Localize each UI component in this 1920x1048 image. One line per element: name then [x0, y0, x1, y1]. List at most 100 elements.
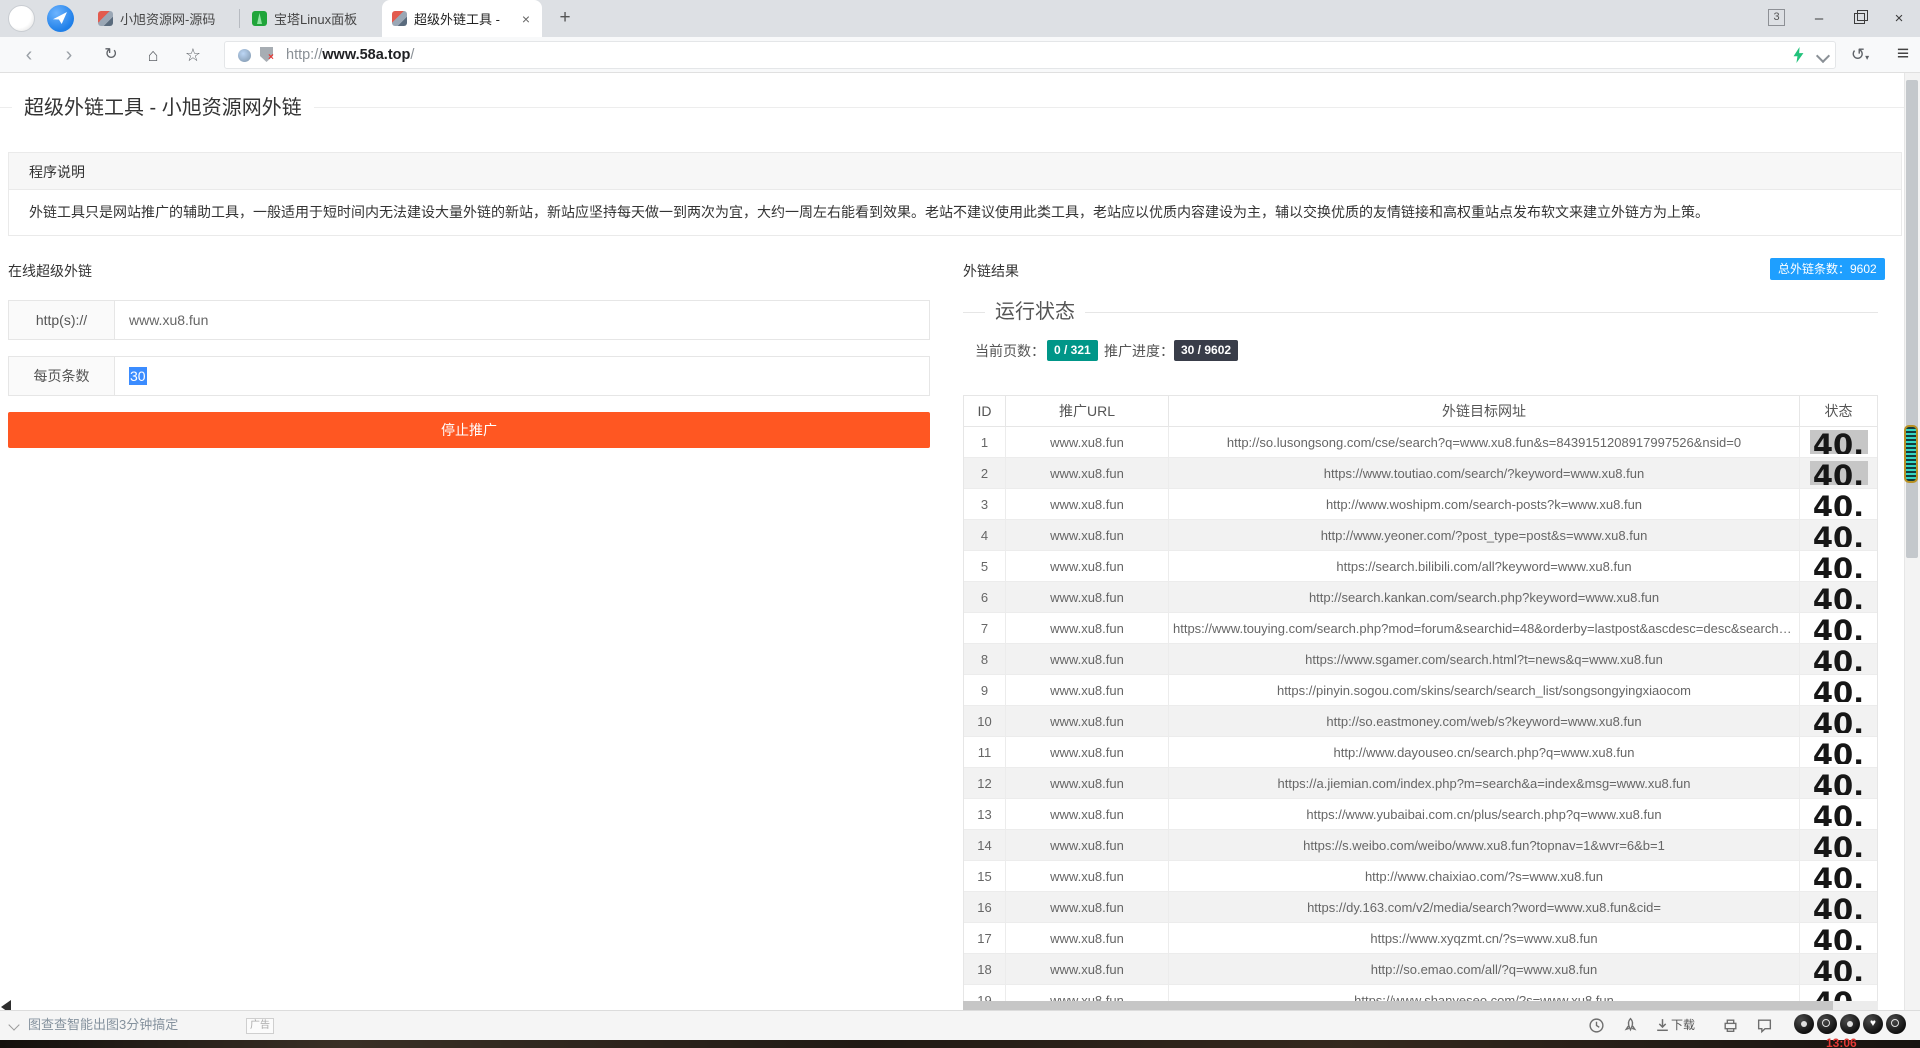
- table-row: 10www.xu8.funhttp://so.eastmoney.com/web…: [964, 706, 1877, 737]
- column-header: 状态: [1800, 396, 1877, 427]
- status-counter: 40.: [1800, 554, 1877, 578]
- forward-button[interactable]: ›: [54, 41, 84, 69]
- close-window-button[interactable]: ×: [1880, 0, 1918, 37]
- table-row: 2www.xu8.funhttps://www.toutiao.com/sear…: [964, 458, 1877, 489]
- browser-menu-icon[interactable]: ≡: [1888, 39, 1918, 69]
- table-row: 12www.xu8.funhttps://a.jiemian.com/index…: [964, 768, 1877, 799]
- site-info-icon[interactable]: [238, 49, 251, 62]
- url-input[interactable]: www.xu8.fun: [115, 301, 929, 339]
- form-section-label: 在线超级外链: [8, 262, 92, 280]
- home-button[interactable]: ⌂: [138, 41, 168, 69]
- notice-header[interactable]: 程序说明: [8, 152, 1902, 190]
- stop-promotion-button[interactable]: 停止推广: [8, 412, 930, 448]
- status-counter: 40.: [1800, 771, 1877, 795]
- status-counter: 40.: [1800, 895, 1877, 919]
- table-cell: 40.: [1800, 892, 1877, 923]
- status-counter: 40.: [1800, 926, 1877, 950]
- table-row: 16www.xu8.funhttps://dy.163.com/v2/media…: [964, 892, 1877, 923]
- quick-nav-icon[interactable]: [47, 5, 74, 32]
- url-protocol: http://: [286, 47, 322, 63]
- table-cell: www.xu8.fun: [1006, 706, 1169, 737]
- table-cell: www.xu8.fun: [1006, 768, 1169, 799]
- table-body: 1www.xu8.funhttp://so.lusongsong.com/cse…: [964, 427, 1877, 1010]
- circle-badge-icon[interactable]: [1886, 1014, 1906, 1034]
- table-cell: 40.: [1800, 706, 1877, 737]
- tab-separator: [239, 9, 240, 28]
- table-row: 14www.xu8.funhttps://s.weibo.com/weibo/w…: [964, 830, 1877, 861]
- status-counter: 40.: [1800, 647, 1877, 671]
- download-icon[interactable]: [1654, 1017, 1671, 1034]
- table-cell: https://a.jiemian.com/index.php?m=search…: [1169, 768, 1800, 799]
- table-cell: 40.: [1800, 737, 1877, 768]
- minimize-button[interactable]: –: [1800, 0, 1838, 37]
- status-counter: 40.: [1800, 957, 1877, 981]
- site-favicon: [98, 11, 113, 26]
- circle-badge-icon[interactable]: [1840, 1014, 1860, 1034]
- new-tab-button[interactable]: +: [552, 6, 578, 32]
- tab-xiaoxu-site[interactable]: 小旭资源网-源码: [88, 0, 238, 37]
- table-cell: www.xu8.fun: [1006, 830, 1169, 861]
- table-cell: http://search.kankan.com/search.php?keyw…: [1169, 582, 1800, 613]
- tab-label: 宝塔Linux面板: [274, 9, 357, 28]
- undo-icon: ↺: [1851, 45, 1865, 64]
- url-addon-label: http(s)://: [9, 301, 115, 339]
- table-row: 13www.xu8.funhttps://www.yubaibai.com.cn…: [964, 799, 1877, 830]
- circle-badge-icon[interactable]: [1794, 1014, 1814, 1034]
- bottom-edge-strip: [0, 1040, 1920, 1048]
- close-tab-icon[interactable]: ×: [520, 11, 532, 27]
- table-cell: 15: [964, 861, 1006, 892]
- table-cell: www.xu8.fun: [1006, 520, 1169, 551]
- table-cell: 40.: [1800, 520, 1877, 551]
- rocket-boost-icon[interactable]: [1622, 1017, 1639, 1034]
- address-bar[interactable]: [224, 41, 1836, 69]
- back-button[interactable]: ‹: [14, 41, 44, 69]
- vscroll-thumb[interactable]: [1906, 80, 1918, 558]
- printer-icon[interactable]: [1722, 1017, 1739, 1034]
- table-row: 6www.xu8.funhttp://search.kankan.com/sea…: [964, 582, 1877, 613]
- download-label[interactable]: 下载: [1671, 1010, 1695, 1040]
- total-links-badge: 总外链条数：9602: [1770, 258, 1885, 280]
- table-row: 1www.xu8.funhttp://so.lusongsong.com/cse…: [964, 427, 1877, 458]
- tab-baota-panel[interactable]: 宝塔Linux面板: [242, 0, 380, 37]
- ad-link[interactable]: 图查查智能出图3分钟搞定: [28, 1010, 178, 1040]
- per-page-input[interactable]: 30: [115, 357, 929, 395]
- selected-text: 30: [129, 367, 147, 385]
- table-cell: www.xu8.fun: [1006, 861, 1169, 892]
- table-cell: www.xu8.fun: [1006, 923, 1169, 954]
- table-cell: https://pinyin.sogou.com/skins/search/se…: [1169, 675, 1800, 706]
- heart-badge-icon[interactable]: [1863, 1014, 1883, 1034]
- results-section-label: 外链结果: [963, 262, 1019, 280]
- progress-badge: 30 / 9602: [1174, 340, 1238, 361]
- table-cell: www.xu8.fun: [1006, 489, 1169, 520]
- browser-logo-icon[interactable]: [8, 5, 35, 32]
- table-cell: www.xu8.fun: [1006, 954, 1169, 985]
- clock-icon[interactable]: [1588, 1017, 1605, 1034]
- status-counter: 40.: [1800, 616, 1877, 640]
- table-cell: https://www.touying.com/search.php?mod=f…: [1169, 613, 1800, 644]
- site-favicon: [392, 11, 407, 26]
- restore-button[interactable]: [1840, 0, 1878, 37]
- table-row: 15www.xu8.funhttp://www.chaixiao.com/?s=…: [964, 861, 1877, 892]
- per-page-input-group: 每页条数 30: [8, 356, 930, 396]
- column-header: 外链目标网址: [1169, 396, 1800, 427]
- tab-count-badge[interactable]: 3: [1768, 9, 1785, 26]
- tab-superlink-tool[interactable]: 超级外链工具 - ×: [382, 0, 542, 37]
- undo-closed-tab-button[interactable]: ↺▾: [1845, 41, 1875, 69]
- status-counter: 40.: [1810, 430, 1868, 454]
- table-cell: www.xu8.fun: [1006, 613, 1169, 644]
- status-counter: 40.: [1800, 492, 1877, 516]
- feedback-chat-icon[interactable]: [1756, 1017, 1773, 1034]
- table-cell: www.xu8.fun: [1006, 892, 1169, 923]
- table-cell: https://s.weibo.com/weibo/www.xu8.fun?to…: [1169, 830, 1800, 861]
- url-text[interactable]: http://www.58a.top/: [286, 45, 414, 65]
- bookmark-star-icon[interactable]: ☆: [178, 41, 208, 69]
- baota-favicon: [252, 11, 267, 26]
- url-input-group: http(s):// www.xu8.fun: [8, 300, 930, 340]
- table-row: 5www.xu8.funhttps://search.bilibili.com/…: [964, 551, 1877, 582]
- scrollbar-marker-widget[interactable]: [1904, 425, 1918, 483]
- column-header: ID: [964, 396, 1006, 427]
- table-cell: 16: [964, 892, 1006, 923]
- circle-badge-icon[interactable]: [1817, 1014, 1837, 1034]
- reload-button[interactable]: ↻: [96, 41, 126, 69]
- current-page-label: 当前页数：: [975, 340, 1045, 362]
